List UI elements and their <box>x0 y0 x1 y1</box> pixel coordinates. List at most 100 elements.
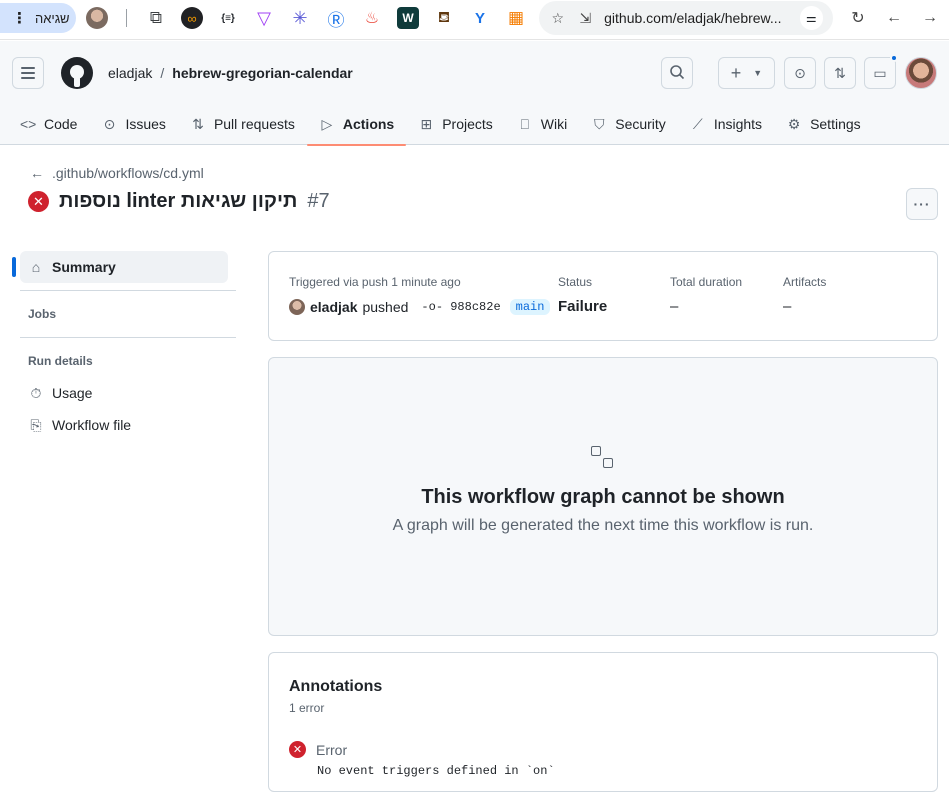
menu-icon[interactable] <box>12 57 44 89</box>
tab-label: Actions <box>342 116 395 132</box>
stopwatch-icon: ⏱ <box>30 384 42 401</box>
home-icon: ⌂ <box>31 259 41 275</box>
shield-icon: ⛉ <box>593 115 605 132</box>
issues-button[interactable]: ⊙ <box>784 57 816 89</box>
status-label: Status <box>558 275 593 289</box>
address-bar[interactable]: ☆ ⇲ github.com/eladjak/hebrew... ⚌ <box>539 1 833 35</box>
tab-wiki[interactable]: ⎕ Wiki <box>505 103 579 145</box>
push-action: pushed <box>362 299 409 315</box>
sidebar-item-label: Usage <box>52 385 93 401</box>
y-icon[interactable]: Y <box>469 7 491 29</box>
tab-label: Code <box>44 116 78 132</box>
puzzle-icon[interactable]: ⧉ <box>145 7 167 29</box>
pull-requests-button[interactable]: ⇅ <box>824 57 856 89</box>
table-icon: ⊞ <box>420 115 433 132</box>
search-icon <box>669 64 685 83</box>
issue-icon: ⊙ <box>794 64 806 81</box>
tab-pull-requests[interactable]: ⇅ Pull requests <box>178 103 307 145</box>
browser-toolbar: ⋮ שגיאה ⧉ ∞ {≡} ▽ ✳ Ⓡ ♨ W ⛾ Y ▦ ☆ ⇲ gith… <box>0 0 949 40</box>
tab-code[interactable]: <> Code <box>8 103 89 145</box>
workflow-icon <box>591 446 615 470</box>
profile-button[interactable]: ⋮ שגיאה <box>0 3 76 33</box>
tab-issues[interactable]: ⊙ Issues <box>89 103 177 145</box>
sidebar-item-summary[interactable]: ⌂ Summary <box>12 251 228 283</box>
breadcrumb: eladjak / hebrew-gregorian-calendar <box>108 65 353 81</box>
profile-label: שגיאה <box>35 10 70 26</box>
asterisk-icon[interactable]: ✳ <box>289 7 311 29</box>
workflow-graph-card: This workflow graph cannot be shown A gr… <box>268 357 938 636</box>
tab-label: Issues <box>125 116 166 132</box>
tab-label: Insights <box>713 116 763 132</box>
url-text[interactable]: github.com/eladjak/hebrew... <box>604 10 789 26</box>
pull-request-icon: ⇅ <box>834 64 846 81</box>
artifacts-label: Artifacts <box>783 275 827 289</box>
create-new-button[interactable]: + ▼ <box>718 57 775 89</box>
more-options-button[interactable]: ··· <box>906 188 938 220</box>
graph-icon: ⟋ <box>692 115 703 132</box>
run-sidebar: ⌂ Summary Jobs Run details ⏱ Usage ⎘ Wor… <box>12 251 236 441</box>
run-title: תיקון שגיאות linter נוספות <box>59 190 298 212</box>
push-info: eladjak pushed -o- 988c82e main <box>289 299 551 315</box>
breadcrumb-separator: / <box>160 65 165 81</box>
tab-label: Wiki <box>540 116 568 132</box>
sidebar-heading-run-details: Run details <box>28 354 93 368</box>
play-icon: ▷ <box>321 115 333 132</box>
tab-projects[interactable]: ⊞ Projects <box>406 103 505 145</box>
w-icon[interactable]: W <box>397 7 419 29</box>
tab-settings[interactable]: ⚙ Settings <box>774 103 873 145</box>
back-icon[interactable]: ← <box>884 8 904 28</box>
error-icon: ✕ <box>289 741 306 758</box>
gear-icon: ⚙ <box>787 115 801 132</box>
annotations-count: 1 error <box>289 701 325 715</box>
reload-icon[interactable]: ↻ <box>848 8 868 28</box>
duration-value: – <box>670 298 679 315</box>
artifacts-value: – <box>783 298 792 315</box>
actor-link[interactable]: eladjak <box>310 299 357 315</box>
branch-label[interactable]: main <box>509 299 551 315</box>
tab-security[interactable]: ⛉ Security <box>579 103 678 145</box>
sidebar-heading-jobs: Jobs <box>28 307 57 321</box>
sidebar-divider <box>20 337 236 338</box>
graph-empty-title: This workflow graph cannot be shown <box>421 486 785 508</box>
arrow-left-icon: ← <box>30 165 44 181</box>
notification-dot <box>890 54 898 62</box>
funnel-icon[interactable]: ▽ <box>253 7 275 29</box>
sidebar-item-workflow-file[interactable]: ⎘ Workflow file <box>12 409 236 441</box>
star-icon[interactable]: ☆ <box>549 9 567 27</box>
inbox-button[interactable]: ▭ <box>864 54 898 89</box>
layout-icon[interactable]: ▦ <box>505 7 527 29</box>
repo-owner-link[interactable]: eladjak <box>108 65 152 81</box>
actor-avatar[interactable] <box>289 299 305 315</box>
status-value: Failure <box>558 298 608 315</box>
forward-icon[interactable]: → <box>920 8 940 28</box>
flame-icon[interactable]: ♨ <box>361 7 383 29</box>
kebab-menu-icon: ⋮ <box>12 9 27 27</box>
annotations-title: Annotations <box>289 678 383 695</box>
tab-actions[interactable]: ▷ Actions <box>306 103 407 146</box>
braces-icon[interactable]: {≡} <box>217 7 239 29</box>
sidebar-divider <box>20 290 236 291</box>
github-header: eladjak / hebrew-gregorian-calendar + ▼ … <box>0 41 949 146</box>
workflow-file-link[interactable]: ← .github/workflows/cd.yml <box>30 165 204 181</box>
site-settings-icon[interactable]: ⚌ <box>799 6 823 30</box>
repo-name-link[interactable]: hebrew-gregorian-calendar <box>172 65 353 81</box>
browser-profile-avatar[interactable] <box>86 7 108 29</box>
pot-icon[interactable]: ⛾ <box>433 7 455 29</box>
tab-insights[interactable]: ⟋ Insights <box>678 103 774 145</box>
trigger-text: Triggered via push 1 minute ago <box>289 275 461 289</box>
github-logo-icon[interactable] <box>61 57 93 89</box>
tab-label: Projects <box>442 116 493 132</box>
duration-label: Total duration <box>670 275 743 289</box>
workflow-path: .github/workflows/cd.yml <box>52 165 204 181</box>
sidebar-item-usage[interactable]: ⏱ Usage <box>12 377 236 409</box>
commit-sha: 988c82e <box>450 300 501 314</box>
sidebar-item-label: Workflow file <box>52 417 132 433</box>
extensions-bar: ⧉ ∞ {≡} ▽ ✳ Ⓡ ♨ W ⛾ Y ▦ <box>86 7 527 30</box>
r-icon[interactable]: Ⓡ <box>325 7 347 30</box>
commit-link[interactable]: -o- 988c82e <box>421 300 500 314</box>
install-icon[interactable]: ⇲ <box>577 9 595 27</box>
infinity-icon[interactable]: ∞ <box>181 7 203 29</box>
search-button[interactable] <box>661 57 693 89</box>
annotation-item[interactable]: ✕ Error <box>289 741 347 758</box>
avatar[interactable] <box>905 57 937 89</box>
